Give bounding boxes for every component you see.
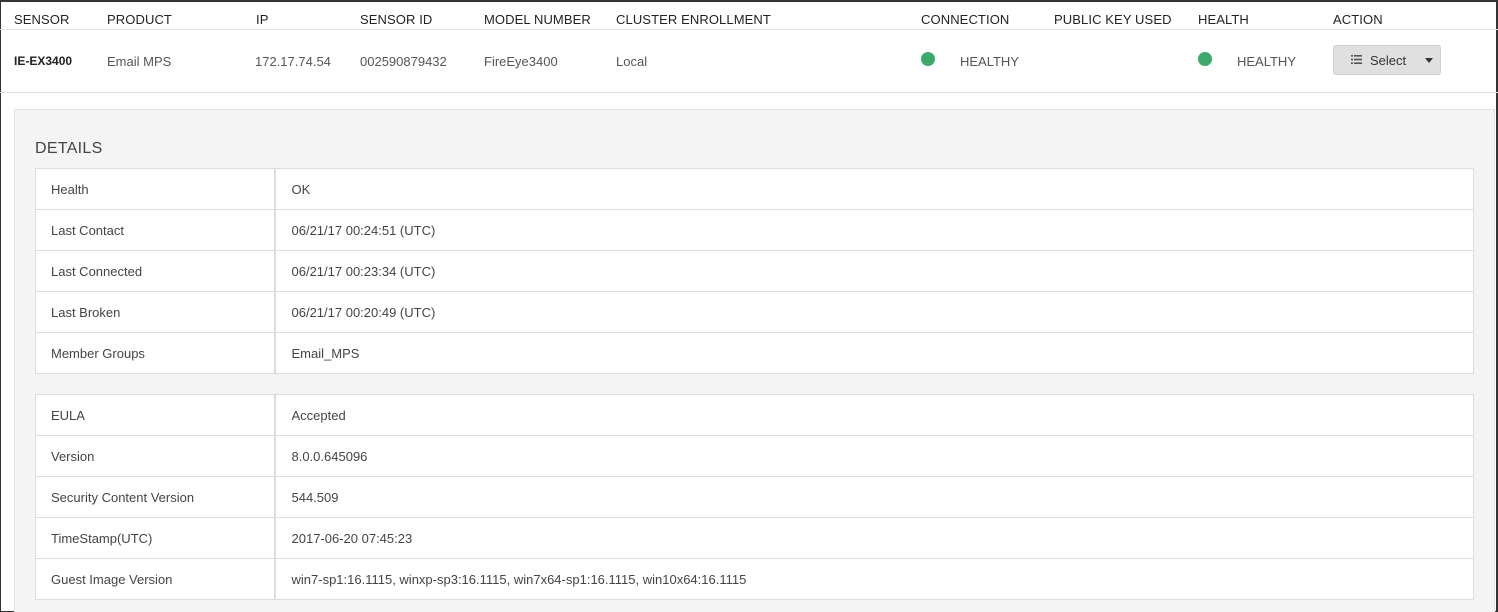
select-action-label: Select: [1370, 53, 1407, 68]
table-row: Last Connected 06/21/17 00:23:34 (UTC): [35, 250, 1474, 292]
detail-key: Last Contact: [35, 209, 276, 251]
table-row: TimeStamp(UTC) 2017-06-20 07:45:23: [35, 517, 1474, 559]
detail-key: EULA: [35, 394, 276, 436]
table-row: Last Contact 06/21/17 00:24:51 (UTC): [35, 209, 1474, 251]
connection-status-dot-icon: [921, 52, 935, 66]
col-sensor-header[interactable]: SENSOR: [14, 12, 70, 27]
sensor-name: IE-EX3400: [14, 54, 73, 68]
detail-value: win7-sp1:16.1115, winxp-sp3:16.1115, win…: [274, 558, 1474, 600]
model-number-value: FireEye3400: [484, 54, 558, 69]
detail-key: Last Connected: [35, 250, 276, 292]
details-table-status: Health OK Last Contact 06/21/17 00:24:51…: [35, 168, 1474, 374]
table-row[interactable]: IE-EX3400 Email MPS 172.17.74.54 0025908…: [0, 30, 1498, 93]
col-ip-header[interactable]: IP: [256, 12, 268, 27]
col-model-number-header[interactable]: MODEL NUMBER: [484, 12, 591, 27]
connection-value: HEALTHY: [960, 54, 1019, 69]
table-row: Version 8.0.0.645096: [35, 435, 1474, 477]
table-header: SENSOR PRODUCT IP SENSOR ID MODEL NUMBER…: [0, 2, 1498, 30]
list-icon: [1351, 55, 1362, 64]
select-action-button[interactable]: Select: [1333, 45, 1441, 75]
cluster-enrollment-value: Local: [616, 54, 648, 69]
detail-value: 06/21/17 00:23:34 (UTC): [274, 250, 1474, 292]
detail-key: Version: [35, 435, 276, 477]
caret-down-icon[interactable]: [1425, 58, 1433, 63]
table-row: EULA Accepted: [35, 394, 1474, 436]
detail-key: Health: [35, 168, 276, 210]
col-connection-header[interactable]: CONNECTION: [921, 12, 1009, 27]
col-action-header: ACTION: [1333, 12, 1383, 27]
details-title: DETAILS: [35, 140, 103, 157]
col-health-header[interactable]: HEALTH: [1198, 12, 1249, 27]
detail-value: 06/21/17 00:20:49 (UTC): [274, 291, 1474, 333]
sensor-id-value: 002590879432: [360, 54, 447, 69]
detail-value: Email_MPS: [274, 332, 1474, 374]
details-table-version: EULA Accepted Version 8.0.0.645096 Secur…: [35, 394, 1474, 600]
health-status-dot-icon: [1198, 52, 1212, 66]
ip-value: 172.17.74.54: [255, 54, 331, 69]
detail-value: 06/21/17 00:24:51 (UTC): [274, 209, 1474, 251]
detail-value: 2017-06-20 07:45:23: [274, 517, 1474, 559]
table-row: Member Groups Email_MPS: [35, 332, 1474, 374]
detail-key: Member Groups: [35, 332, 276, 374]
detail-key: TimeStamp(UTC): [35, 517, 276, 559]
table-row: Security Content Version 544.509: [35, 476, 1474, 518]
col-product-header[interactable]: PRODUCT: [107, 12, 172, 27]
details-panel: DETAILS Health OK Last Contact 06/21/17 …: [14, 109, 1495, 612]
detail-value: 8.0.0.645096: [274, 435, 1474, 477]
detail-value: 544.509: [274, 476, 1474, 518]
col-sensor-id-header[interactable]: SENSOR ID: [360, 12, 432, 27]
health-value: HEALTHY: [1237, 54, 1296, 69]
col-public-key-header[interactable]: PUBLIC KEY USED: [1054, 12, 1172, 27]
col-cluster-enrollment-header[interactable]: CLUSTER ENROLLMENT: [616, 12, 771, 27]
detail-key: Last Broken: [35, 291, 276, 333]
detail-key: Security Content Version: [35, 476, 276, 518]
detail-value: OK: [291, 181, 311, 197]
product-value: Email MPS: [107, 54, 172, 69]
detail-key: Guest Image Version: [35, 558, 276, 600]
table-row: Last Broken 06/21/17 00:20:49 (UTC): [35, 291, 1474, 333]
table-row: Guest Image Version win7-sp1:16.1115, wi…: [35, 558, 1474, 600]
table-row: Health OK: [35, 168, 1474, 210]
detail-value: Accepted: [291, 407, 346, 423]
